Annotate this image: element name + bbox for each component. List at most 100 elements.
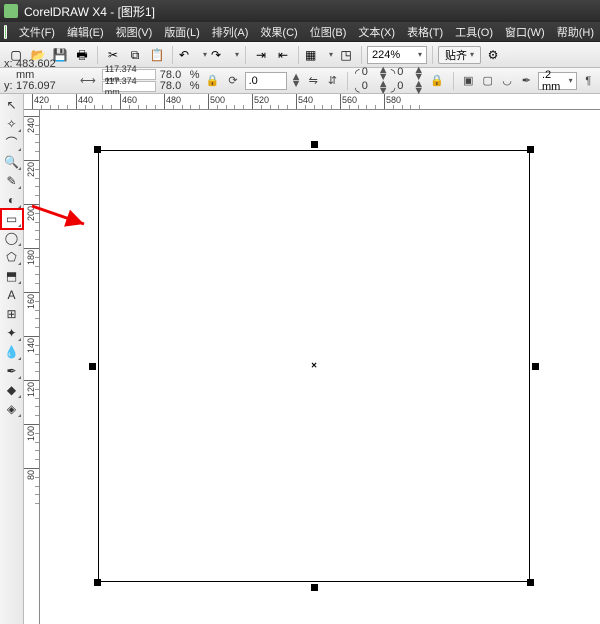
cut-icon[interactable]: ✂ bbox=[103, 45, 123, 65]
options-icon[interactable]: ⚙ bbox=[483, 45, 503, 65]
menu-3[interactable]: 版面(L) bbox=[158, 24, 205, 40]
selection-handle[interactable] bbox=[532, 363, 539, 370]
undo-icon[interactable]: ↶▾ bbox=[178, 45, 208, 65]
crop-tool-glyph: ⌒ bbox=[5, 137, 17, 149]
document-icon[interactable] bbox=[4, 25, 7, 39]
selection-handle[interactable] bbox=[94, 579, 101, 586]
lock-ratio-icon[interactable]: 🔒 bbox=[206, 74, 220, 87]
corner-bl[interactable]: 0 bbox=[362, 81, 376, 95]
selection-handle[interactable] bbox=[527, 146, 534, 153]
fill-tool-glyph: ◆ bbox=[7, 384, 16, 396]
corner-tr[interactable]: 0 bbox=[397, 67, 411, 81]
chevron-down-icon: ▾ bbox=[203, 50, 207, 59]
selection-handle[interactable] bbox=[94, 146, 101, 153]
size-group: 117.374 mm 117.374 mm bbox=[102, 69, 156, 92]
flyout-indicator bbox=[18, 224, 21, 227]
polygon-tool[interactable]: ⬠ bbox=[2, 248, 22, 266]
mirror-v-icon[interactable]: ⇵ bbox=[325, 72, 340, 90]
flyout-indicator bbox=[18, 148, 21, 151]
interactive-tool-glyph: ✦ bbox=[6, 327, 16, 339]
freehand-tool[interactable]: ✎ bbox=[2, 172, 22, 190]
separator bbox=[347, 72, 348, 90]
menu-8[interactable]: 表格(T) bbox=[401, 24, 449, 40]
fill-tool[interactable]: ◆ bbox=[2, 381, 22, 399]
menu-5[interactable]: 效果(C) bbox=[254, 24, 303, 40]
menu-9[interactable]: 工具(O) bbox=[449, 24, 499, 40]
ruler-vertical[interactable]: 24022020018016014012010080 bbox=[24, 110, 40, 624]
to-back-icon[interactable]: ▢ bbox=[480, 72, 495, 90]
menu-10[interactable]: 窗口(W) bbox=[499, 24, 551, 40]
export-icon[interactable]: ⇤ bbox=[273, 45, 293, 65]
separator bbox=[361, 46, 362, 64]
wrap-text-icon[interactable]: ¶ bbox=[581, 72, 596, 90]
menu-0[interactable]: 文件(F) bbox=[13, 24, 61, 40]
outline-tool-glyph: ✒ bbox=[6, 365, 16, 377]
canvas[interactable]: × bbox=[40, 110, 600, 624]
text-tool[interactable]: A bbox=[2, 286, 22, 304]
corner-lock-icon[interactable]: 🔒 bbox=[430, 74, 444, 87]
menu-11[interactable]: 帮助(H) bbox=[551, 24, 600, 40]
table-tool[interactable]: ⊞ bbox=[2, 305, 22, 323]
basic-shapes-tool[interactable]: ⬒ bbox=[2, 267, 22, 285]
convert-curves-icon[interactable]: ◡ bbox=[499, 72, 514, 90]
menu-2[interactable]: 视图(V) bbox=[110, 24, 159, 40]
chevron-down-icon: ▾ bbox=[470, 50, 474, 59]
x-label: x: bbox=[4, 59, 14, 81]
paste-icon[interactable]: 📋 bbox=[147, 45, 167, 65]
redo-icon[interactable]: ↷▾ bbox=[210, 45, 240, 65]
menu-7[interactable]: 文本(X) bbox=[352, 24, 401, 40]
import-icon[interactable]: ⇥ bbox=[251, 45, 271, 65]
flyout-indicator bbox=[18, 167, 21, 170]
smart-fill-tool[interactable]: ◐ bbox=[2, 191, 22, 209]
ruler-horizontal[interactable]: 420440460480500520540560580 bbox=[24, 94, 600, 110]
selection-handle[interactable] bbox=[311, 584, 318, 591]
pick-tool[interactable]: ↖ bbox=[2, 96, 22, 114]
welcome-icon[interactable]: ◳ bbox=[336, 45, 356, 65]
print-icon[interactable]: 🖶 bbox=[72, 45, 92, 65]
flyout-indicator bbox=[18, 186, 21, 189]
selection-handle[interactable] bbox=[311, 141, 318, 148]
scale-x[interactable]: 78.0 bbox=[160, 70, 188, 81]
pick-tool-glyph: ↖ bbox=[6, 99, 16, 111]
shape-tool[interactable]: ✧ bbox=[2, 115, 22, 133]
scale-y[interactable]: 78.0 bbox=[160, 81, 188, 92]
spinner[interactable]: ▲▼ bbox=[291, 74, 302, 88]
interactive-fill-tool-glyph: ◈ bbox=[7, 403, 16, 415]
height-value[interactable]: 117.374 mm bbox=[102, 81, 156, 92]
corner-br[interactable]: 0 bbox=[397, 81, 411, 95]
selection-handle[interactable] bbox=[89, 363, 96, 370]
interactive-fill-tool[interactable]: ◈ bbox=[2, 400, 22, 418]
app-launcher-icon[interactable]: ▦▾ bbox=[304, 45, 334, 65]
eyedropper-tool[interactable]: 💧 bbox=[2, 343, 22, 361]
rectangle-tool[interactable]: ▭ bbox=[2, 210, 22, 228]
flyout-indicator bbox=[18, 205, 21, 208]
flyout-indicator bbox=[18, 357, 21, 360]
outline-tool[interactable]: ✒ bbox=[2, 362, 22, 380]
selection-center[interactable]: × bbox=[311, 361, 317, 372]
x-value[interactable]: 483.602 mm bbox=[16, 59, 74, 81]
to-front-icon[interactable]: ▣ bbox=[461, 72, 476, 90]
interactive-tool[interactable]: ✦ bbox=[2, 324, 22, 342]
chevron-down-icon: ▾ bbox=[418, 50, 422, 59]
corner-tl[interactable]: 0 bbox=[362, 67, 376, 81]
zoom-level-combo[interactable]: 224% ▾ bbox=[367, 46, 427, 64]
menu-1[interactable]: 编辑(E) bbox=[61, 24, 110, 40]
selection-handle[interactable] bbox=[527, 579, 534, 586]
zoom-tool[interactable]: 🔍 bbox=[2, 153, 22, 171]
copy-icon[interactable]: ⧉ bbox=[125, 45, 145, 65]
corner-br-icon: ◞ bbox=[391, 81, 396, 95]
snap-to-button[interactable]: 贴齐 ▾ bbox=[438, 46, 481, 64]
ellipse-tool[interactable]: ◯ bbox=[2, 229, 22, 247]
rotate-icon: ⟳ bbox=[225, 72, 240, 90]
crop-tool[interactable]: ⌒ bbox=[2, 134, 22, 152]
flyout-indicator bbox=[18, 281, 21, 284]
rotation-angle[interactable]: .0 bbox=[245, 72, 287, 90]
menu-4[interactable]: 排列(A) bbox=[206, 24, 255, 40]
flyout-indicator bbox=[18, 395, 21, 398]
shape-tool-glyph: ✧ bbox=[6, 118, 16, 130]
mirror-h-icon[interactable]: ⇋ bbox=[306, 72, 321, 90]
standard-toolbar: ▢📂💾🖶✂⧉📋↶▾↷▾⇥⇤▦▾◳ 224% ▾ 贴齐 ▾ ⚙ bbox=[0, 42, 600, 68]
outline-width[interactable]: .2 mm▾ bbox=[538, 72, 577, 90]
freehand-tool-glyph: ✎ bbox=[6, 175, 16, 187]
menu-6[interactable]: 位图(B) bbox=[304, 24, 353, 40]
